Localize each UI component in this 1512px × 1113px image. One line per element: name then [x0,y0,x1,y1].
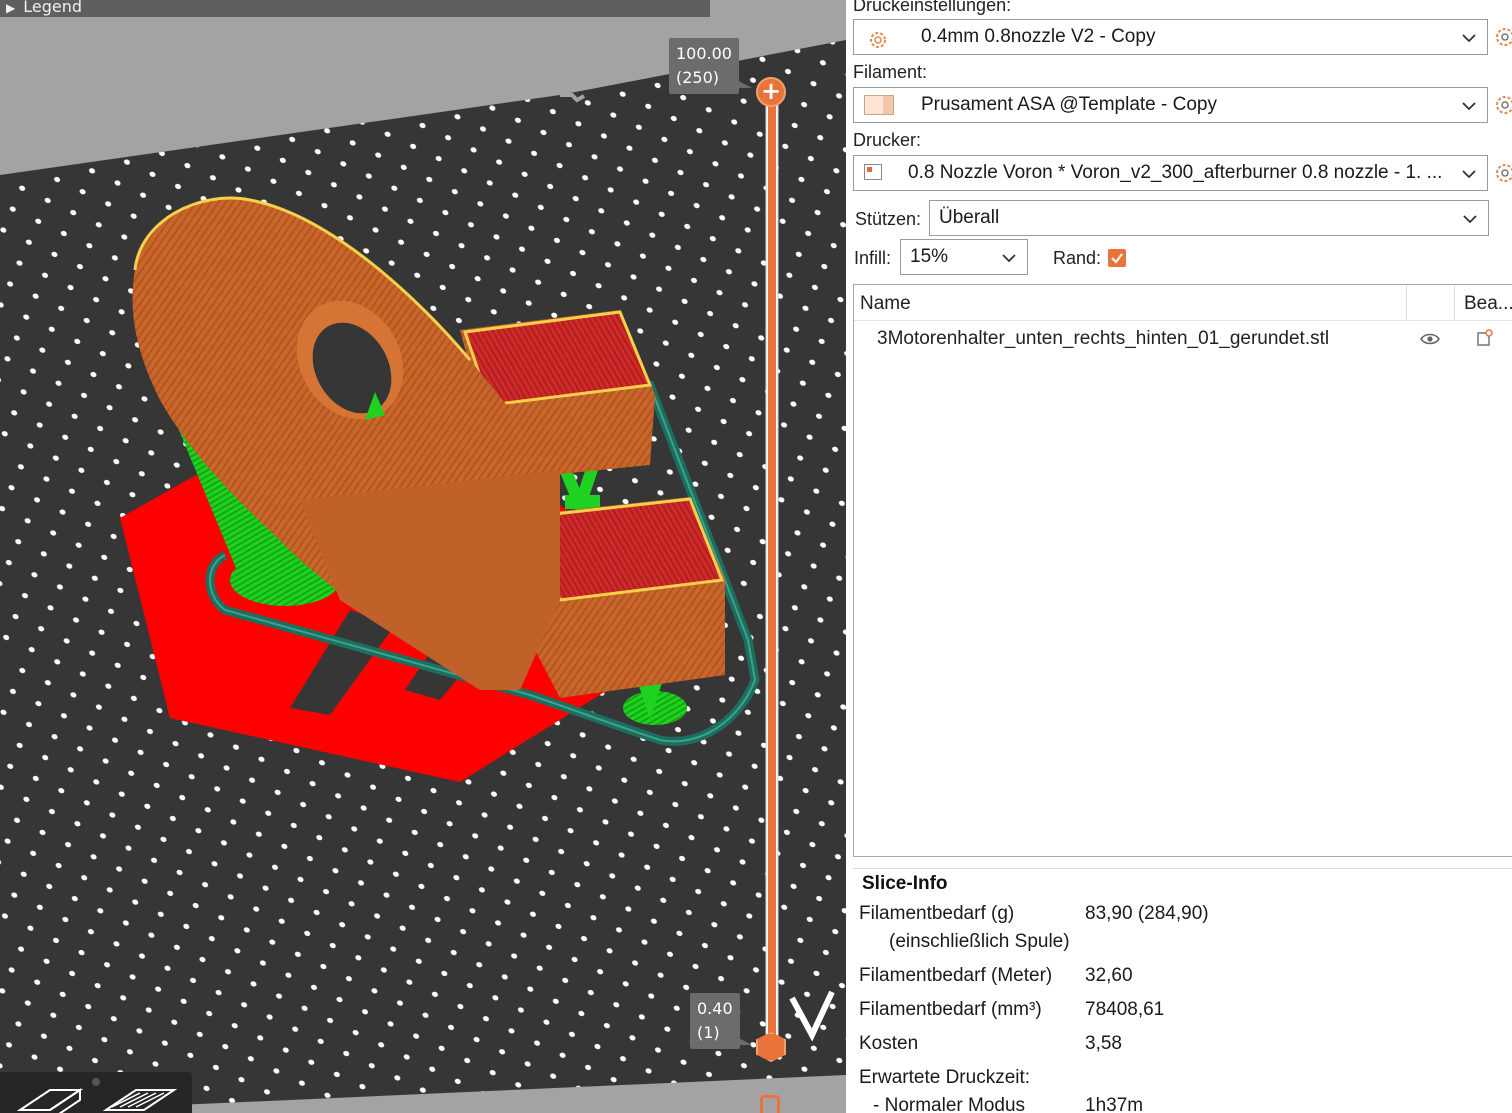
3d-preview-viewport[interactable]: ▶ Legend 100.00 (250) + 0.40 (1) [0,0,846,1113]
supports-label: Stützen: [855,209,922,229]
view-3d-button[interactable] [6,1080,90,1113]
chevron-down-icon [1462,201,1478,235]
printer-combo[interactable]: 0.8 Nozzle Voron * Voron_v2_300_afterbur… [853,155,1488,191]
filament-m-value: 32,60 [1085,965,1133,986]
supports-value: Überall [939,207,1000,228]
checkmark-icon [1111,253,1123,264]
filament-edit-icon[interactable] [1494,94,1512,116]
print-settings-combo[interactable]: 0.4mm 0.8nozzle V2 - Copy [853,19,1488,55]
expand-arrow-icon: ▶ [6,1,16,15]
chevron-down-icon [1461,88,1477,122]
settings-panel: Druckeinstellungen: 0.4mm 0.8nozzle V2 -… [846,0,1512,1113]
cost-value: 3,58 [1085,1033,1122,1054]
layers-icon [102,1089,178,1111]
layer-marker [760,1095,780,1113]
object-name: 3Motorenhalter_unten_rechts_hinten_01_ge… [877,328,1330,349]
normal-mode-value: 1h37m [1085,1095,1144,1113]
chevron-down-icon [1001,240,1017,274]
cost-label: Kosten [859,1033,919,1054]
layer-bottom-label: 0.40 (1) [690,993,740,1049]
view-toolbar [0,1072,192,1113]
printer-value: 0.8 Nozzle Voron * Voron_v2_300_afterbur… [908,162,1443,183]
printer-icon [864,164,882,180]
filament-combo[interactable]: Prusament ASA @Template - Copy [853,87,1488,123]
legend-toggle[interactable]: ▶ Legend [0,0,710,17]
filament-g-sub: (einschließlich Spule) [889,931,1070,952]
object-list[interactable]: Name Bea... 3Motorenhalter_unten_rechts_… [853,284,1512,857]
layer-top-index: (250) [676,68,720,87]
filament-mm3-value: 78408,61 [1085,999,1165,1020]
print-settings-value: 0.4mm 0.8nozzle V2 - Copy [921,26,1156,47]
view-preview-button[interactable] [96,1080,180,1113]
filament-value: Prusament ASA @Template - Copy [921,94,1217,115]
print-settings-gear-icon [868,28,888,54]
infill-combo[interactable]: 15% [900,239,1028,275]
normal-mode-label: - Normaler Modus [873,1095,1026,1113]
filament-color-icon [864,95,894,115]
layer-slider-top-handle[interactable]: + [756,77,786,107]
chevron-down-icon [1461,156,1477,190]
filament-g-value: 83,90 (284,90) [1085,903,1209,924]
layer-top-label: 100.00 (250) [669,38,739,94]
eye-icon[interactable] [1420,330,1440,352]
cube-3d-icon [16,1088,84,1113]
layer-bottom-height: 0.40 [697,999,733,1018]
slice-info-box: Slice-Info Filamentbedarf (g) 83,90 (284… [853,868,1512,1113]
filament-mm3-label: Filamentbedarf (mm³) [859,999,1042,1020]
print-time-label: Erwartete Druckzeit: [859,1067,1031,1088]
legend-label: Legend [23,0,83,16]
print-settings-label: Druckeinstellungen: [853,0,1012,15]
layer-bottom-index: (1) [697,1023,720,1042]
printer-label: Drucker: [853,130,922,150]
infill-value: 15% [910,246,949,267]
brim-checkbox[interactable] [1108,249,1126,267]
filament-g-label: Filamentbedarf (g) [859,903,1015,924]
layer-slider-range [768,95,776,1045]
filament-m-label: Filamentbedarf (Meter) [859,965,1053,986]
print-settings-edit-icon[interactable] [1494,26,1512,48]
layer-top-height: 100.00 [676,44,732,63]
plus-icon: + [760,77,782,105]
chevron-down-icon [1461,20,1477,54]
column-name-header[interactable]: Name [860,293,911,315]
supports-combo[interactable]: Überall [929,200,1489,236]
edit-settings-icon[interactable] [1476,329,1494,353]
column-edit-header[interactable]: Bea... [1464,293,1512,315]
filament-label: Filament: [853,62,928,82]
infill-label: Infill: [854,248,892,268]
brim-label: Rand: [1053,248,1102,268]
sliced-model-scene [0,0,846,1113]
slice-info-title: Slice-Info [862,873,948,894]
list-item[interactable]: 3Motorenhalter_unten_rechts_hinten_01_ge… [854,323,1512,355]
printer-edit-icon[interactable] [1494,162,1512,184]
object-list-header: Name Bea... [854,285,1512,321]
